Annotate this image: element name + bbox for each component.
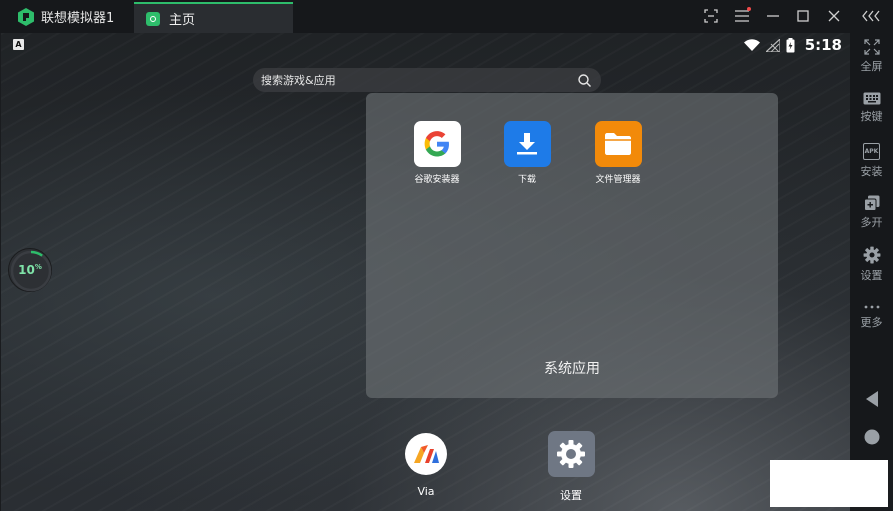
app-settings[interactable]: 设置 [541,431,601,503]
search-icon[interactable] [578,73,591,87]
sidebar-label: 全屏 [860,60,883,73]
tab-label: 主页 [169,13,196,28]
status-bar-right: 5:18 [743,34,842,56]
minimize-button[interactable] [763,6,783,26]
via-browser-icon [405,433,447,475]
home-tab-icon [146,11,160,26]
gauge-unit: % [34,263,42,271]
app-google-installer[interactable]: 谷歌安装器 [402,121,472,185]
back-icon [865,391,878,407]
dock-label: Via [417,485,435,498]
sidebar-label: 按键 [860,110,883,123]
collapse-sidebar-button[interactable] [861,6,881,26]
sidebar-item-multi-instance[interactable]: 多开 [850,195,893,230]
title-bar: 联想模拟器1 主页 [0,0,893,33]
system-apps-folder: 谷歌安装器 下载 文件管理器 系统应用 [366,93,778,398]
folder-title: 系统应用 [544,361,600,377]
sidebar-label: 设置 [860,269,883,282]
collapse-icon [862,10,880,22]
sidebar-item-settings[interactable]: 设置 [850,246,893,283]
sidebar-label: 多开 [860,216,883,229]
no-signal-icon [765,38,780,52]
app-logo-icon [18,7,34,26]
fullscreen-icon [863,39,880,55]
app-name: 联想模拟器1 [41,11,115,26]
screenshot-button[interactable] [701,6,721,26]
apk-icon: APK [863,143,880,160]
app-label: 下载 [517,175,536,185]
close-button[interactable] [824,6,844,26]
maximize-button[interactable] [793,6,813,26]
performance-gauge[interactable]: 10% [8,248,52,292]
search-placeholder: 搜索游戏&应用 [261,74,336,87]
download-icon [503,121,551,167]
notification-dot [747,7,751,11]
nav-back-button[interactable] [850,390,893,408]
sidebar-item-more[interactable]: 更多 [850,303,893,330]
wifi-icon [743,39,760,51]
app-download[interactable]: 下载 [492,121,562,185]
app-label: 谷歌安装器 [414,175,460,185]
maximize-icon [797,10,809,22]
dock-label: 设置 [560,489,582,502]
search-bar[interactable]: 搜索游戏&应用 [253,68,601,92]
sidebar-label: 安装 [860,165,883,178]
minimize-icon [767,15,779,17]
app-via[interactable]: Via [396,433,456,498]
screenshot-icon [704,9,718,23]
sidebar-item-keymap[interactable]: 按键 [850,92,893,124]
overlay-panel [770,460,888,507]
google-icon [413,121,461,167]
tab-home[interactable]: 主页 [134,2,293,33]
gear-icon [863,246,880,264]
app-title: 联想模拟器1 [18,0,114,33]
gauge-value: 10% [18,263,42,277]
nav-home-button[interactable] [850,429,893,445]
folder-icon [594,121,642,167]
sidebar-item-install[interactable]: APK 安装 [850,143,893,179]
app-label: 文件管理器 [595,175,641,185]
clock-time: 5:18 [804,36,842,54]
status-indicator: A [13,39,24,50]
home-icon [864,429,879,445]
right-toolbar: 全屏 按键 APK 安装 多开 设置 更多 [850,33,893,460]
sidebar-label: 更多 [860,316,883,329]
sidebar-item-fullscreen[interactable]: 全屏 [850,39,893,74]
keyboard-icon [863,92,880,105]
app-file-manager[interactable]: 文件管理器 [583,121,653,185]
menu-button[interactable] [732,6,752,26]
close-icon [828,10,840,22]
settings-gear-icon [547,431,595,477]
menu-icon [735,10,749,22]
multi-instance-icon [863,195,879,211]
battery-icon [786,37,795,52]
emulator-screen[interactable]: A 5:18 搜索游戏&应用 10% 谷歌安装器 下载 文件管理器 系统应用 V… [1,33,850,511]
gauge-number: 10 [18,263,35,277]
more-icon [864,305,879,309]
